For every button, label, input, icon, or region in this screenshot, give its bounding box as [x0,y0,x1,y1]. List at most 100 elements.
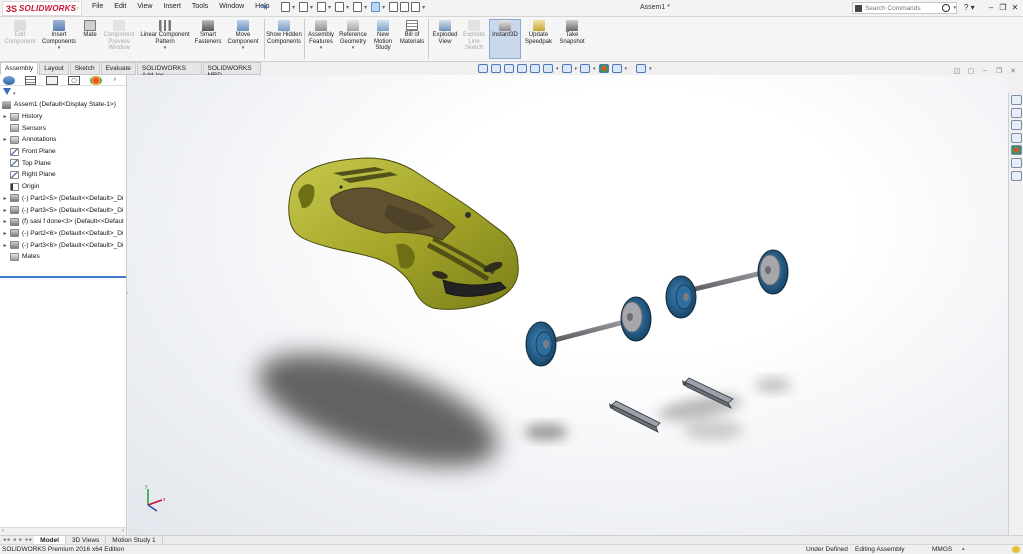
linear-pattern-button[interactable]: Linear Component Pattern ▾ [138,20,192,52]
chevron-down-icon[interactable]: ▾ [422,4,425,11]
expand-arrow-icon[interactable]: ▸ [0,136,10,143]
chevron-down-icon[interactable]: ▾ [292,4,295,11]
tree-item[interactable]: Mates [0,251,126,263]
split-view-icon[interactable]: ◫ [950,67,964,75]
scroll-right-arrow-icon[interactable]: › [122,528,124,534]
chevron-down-icon[interactable]: ▾ [649,66,652,72]
expand-arrow-icon[interactable]: ▸ [0,113,10,120]
pin-icon[interactable]: ✦ [261,2,269,13]
tree-item[interactable]: Origin [0,181,126,193]
menu-view[interactable]: View [137,3,152,10]
tab-solidworks-addins[interactable]: SOLIDWORKS Add-Ins [136,62,202,79]
component-preview-button[interactable]: Component Preview Window [101,20,137,52]
chevron-down-icon[interactable]: ▾ [337,45,369,52]
options-gear-icon[interactable] [411,2,421,12]
expand-arrow-icon[interactable]: ▸ [0,207,10,214]
chevron-right-icon[interactable]: › [114,76,116,85]
insert-components-button[interactable]: Insert Components ▾ [40,20,78,52]
3d-viewport[interactable]: y x [128,75,1008,535]
tree-item[interactable]: Sensors [0,122,126,134]
scroll-left-arrow-icon[interactable]: ‹ [2,528,4,534]
tree-item[interactable]: ▸ (f) sasi f done<3> (Default<<Defaul [0,216,126,228]
tree-item[interactable]: ▸ (-) Part3<6> (Default<<Default>_Di [0,239,126,251]
solidworks-logo[interactable]: 3S SOLIDWORKS › [2,1,82,16]
property-manager-tab-icon[interactable] [24,75,37,85]
restore-button[interactable]: ❐ [997,3,1009,12]
expand-arrow-icon[interactable]: ▸ [0,218,10,225]
menu-tools[interactable]: Tools [192,3,208,10]
reference-geometry-button[interactable]: Reference Geometry ▾ [337,20,369,52]
expand-arrow-icon[interactable]: ▸ [0,195,10,202]
tab-navigation-arrows[interactable]: ◂◂ ◂ ▸ ▸▸ [3,537,33,543]
previous-view-icon[interactable] [504,64,514,73]
tree-item[interactable]: Right Plane [0,169,126,181]
edit-appearance-icon[interactable] [598,64,609,73]
move-component-button[interactable]: Move Component ▾ [225,20,261,52]
chevron-down-icon[interactable]: ▾ [575,66,578,72]
tree-item[interactable]: Front Plane [0,146,126,158]
appearances-scenes-icon[interactable] [1011,145,1022,156]
open-folder-icon[interactable] [299,2,309,12]
search-icon[interactable] [942,4,951,12]
chevron-down-icon[interactable]: ▾ [382,4,385,11]
rear-axle-assembly-part[interactable] [665,249,789,319]
restore-viewport-button[interactable]: ❐ [992,67,1006,75]
dimxpert-manager-tab-icon[interactable] [68,75,80,85]
display-manager-tab-icon[interactable] [89,75,102,85]
horizontal-scrollbar[interactable]: ‹ › [0,527,126,535]
design-library-icon[interactable] [1011,107,1022,118]
chevron-down-icon[interactable]: ▾ [225,45,261,52]
update-speedpak-button[interactable]: Update Speedpak [523,20,554,45]
tab-sketch[interactable]: Sketch [69,62,100,75]
tree-item[interactable]: ▸ Annotations [0,134,126,146]
help-question-icon[interactable]: ? ▾ [964,3,975,12]
chevron-down-icon[interactable]: ▾ [138,45,192,52]
dynamic-annotation-icon[interactable] [530,64,540,73]
chevron-up-icon[interactable]: ▴ [962,546,965,552]
explode-line-sketch-button[interactable]: Explode Line Sketch [461,20,487,52]
chevron-down-icon[interactable]: ▾ [328,4,331,11]
chevron-down-icon[interactable]: ▾ [593,66,596,72]
tree-root-assembly[interactable]: Assem1 (Default<Display State-1>) [0,99,126,111]
search-input[interactable]: Search Commands [865,5,942,12]
show-hidden-button[interactable]: Show Hidden Components [266,20,302,45]
rebuild-icon[interactable] [389,2,399,12]
notification-bell-icon[interactable] [1012,546,1020,553]
configuration-manager-tab-icon[interactable] [46,75,59,85]
print-icon[interactable] [335,2,345,12]
chevron-down-icon[interactable]: ▾ [310,4,313,11]
tab-evaluate[interactable]: Evaluate [100,62,136,75]
custom-properties-icon[interactable] [1011,157,1022,168]
close-viewport-button[interactable]: ✕ [1006,67,1020,75]
chevron-down-icon[interactable]: ▾ [13,91,16,97]
tree-filter[interactable]: ▾ [0,86,126,99]
close-button[interactable]: ✕ [1009,3,1021,12]
chevron-down-icon[interactable]: ▾ [953,5,956,11]
search-commands-box[interactable]: Search Commands ▾ [852,2,957,14]
units-selector[interactable]: MMGS [932,546,952,553]
select-pointer-icon[interactable] [371,2,381,12]
display-style-icon[interactable] [561,64,572,73]
tile-view-icon[interactable]: ▢ [964,67,978,75]
new-motion-study-button[interactable]: New Motion Study [370,20,396,52]
new-document-icon[interactable] [281,2,290,12]
edit-component-button[interactable]: Edit Component [2,20,38,45]
tree-item[interactable]: ▸ History [0,111,126,123]
file-properties-icon[interactable] [400,2,410,12]
expand-arrow-icon[interactable]: ▸ [0,230,10,237]
minimize-viewport-button[interactable]: – [978,67,992,75]
chevron-down-icon[interactable]: ▾ [306,45,336,52]
view-orientation-icon[interactable] [543,64,553,73]
graphics-area[interactable]: y x [128,75,1008,535]
apply-scene-icon[interactable] [611,64,622,73]
front-axle-assembly-part[interactable] [525,296,652,367]
tree-item[interactable]: ▸ (-) Part3<5> (Default<<Default>_Di [0,204,126,216]
undo-icon[interactable] [353,2,363,12]
chevron-down-icon[interactable]: ▾ [346,4,349,11]
solidworks-resources-icon[interactable] [1011,95,1022,105]
tab-assembly[interactable]: Assembly [0,62,39,75]
car-body-part[interactable] [288,157,519,310]
file-explorer-icon[interactable] [1011,120,1022,131]
expand-arrow-icon[interactable]: ▸ [0,242,10,249]
menu-edit[interactable]: Edit [114,3,126,10]
